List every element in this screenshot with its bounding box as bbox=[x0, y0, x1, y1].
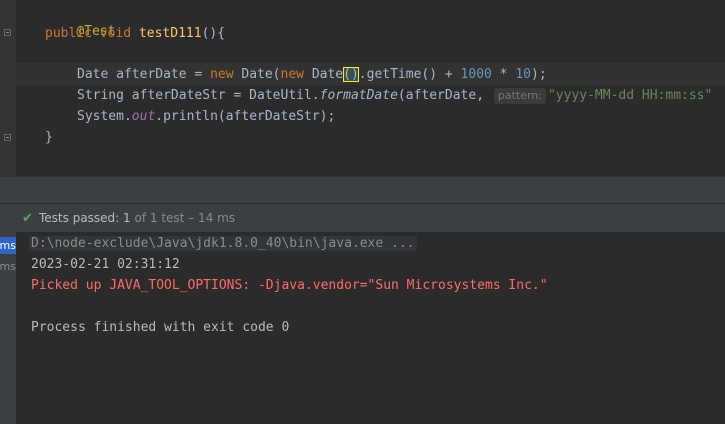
test-status-bar: ✔ Tests passed: 1 of 1 test – 14 ms bbox=[0, 203, 725, 232]
code-token: System. bbox=[77, 109, 132, 124]
code-token: (afterDate, bbox=[397, 88, 492, 103]
fold-marker-icon[interactable] bbox=[4, 134, 11, 141]
check-icon: ✔ bbox=[22, 211, 33, 226]
code-line-close-brace: } bbox=[45, 128, 53, 147]
status-detail: of 1 test – 14 ms bbox=[134, 211, 236, 225]
operator-token: * bbox=[491, 67, 516, 82]
console-stderr-line: Picked up JAVA_TOOL_OPTIONS: -Djava.vend… bbox=[31, 278, 548, 293]
console-exit-line: Process finished with exit code 0 bbox=[31, 320, 290, 335]
string-literal: "yyyy-MM-dd HH:mm:ss" bbox=[547, 88, 713, 103]
number-token: 10 bbox=[515, 67, 531, 82]
test-tree-item[interactable]: ms bbox=[0, 258, 16, 275]
code-line-method-signature: public void testD111(){ bbox=[45, 24, 225, 43]
type-token: Date bbox=[77, 67, 117, 82]
code-line-format-date: String afterDateStr = DateUtil.formatDat… bbox=[77, 86, 712, 105]
signature-tail: (){ bbox=[201, 26, 226, 41]
code-token: String afterDateStr = DateUtil. bbox=[77, 88, 320, 103]
method-call-token: .getTime() + bbox=[358, 67, 461, 82]
static-field-token: out bbox=[131, 109, 156, 124]
console-command-line[interactable]: D:\node-exclude\Java\jdk1.8.0_40\bin\jav… bbox=[29, 234, 417, 253]
status-label: Tests passed: bbox=[39, 211, 120, 225]
variable-token: afterDate = bbox=[116, 67, 211, 82]
number-token: 1000 bbox=[460, 67, 492, 82]
console-date-line: 2023-02-21 02:31:12 bbox=[31, 257, 180, 272]
keyword-new: new bbox=[210, 67, 234, 82]
close-brace-token: } bbox=[45, 130, 53, 145]
panel-splitter[interactable] bbox=[0, 176, 725, 203]
code-token: .println(afterDateStr); bbox=[155, 109, 336, 124]
fold-marker-icon[interactable] bbox=[4, 29, 11, 36]
keyword-public: public bbox=[45, 26, 92, 41]
text-cursor-paren[interactable]: () bbox=[343, 67, 359, 82]
test-tree-item-selected[interactable]: ms bbox=[0, 237, 16, 254]
status-count: 1 bbox=[123, 211, 131, 225]
code-editor[interactable]: @Test public void testD111(){ Date after… bbox=[0, 0, 725, 176]
java-command[interactable]: D:\node-exclude\Java\jdk1.8.0_40\bin\jav… bbox=[29, 236, 417, 251]
test-status-text: Tests passed: 1 of 1 test – 14 ms bbox=[39, 211, 235, 225]
static-method-token: formatDate bbox=[319, 88, 398, 103]
constructor-token: Date bbox=[304, 67, 344, 82]
code-line-after-date: Date afterDate = new Date(new Date().get… bbox=[77, 65, 547, 84]
code-line-annotation: @Test bbox=[45, 3, 115, 39]
test-tree-panel[interactable]: ms ms bbox=[0, 232, 17, 424]
editor-gutter[interactable] bbox=[0, 0, 16, 176]
statement-end-token: ); bbox=[531, 67, 547, 82]
code-line-println: System.out.println(afterDateStr); bbox=[77, 107, 335, 126]
constructor-token: Date( bbox=[233, 67, 281, 82]
keyword-void: void bbox=[99, 26, 132, 41]
method-name: testD111 bbox=[138, 26, 202, 41]
parameter-hint: pattern: bbox=[493, 88, 546, 104]
keyword-new: new bbox=[280, 67, 304, 82]
console-output[interactable]: D:\node-exclude\Java\jdk1.8.0_40\bin\jav… bbox=[17, 232, 725, 424]
